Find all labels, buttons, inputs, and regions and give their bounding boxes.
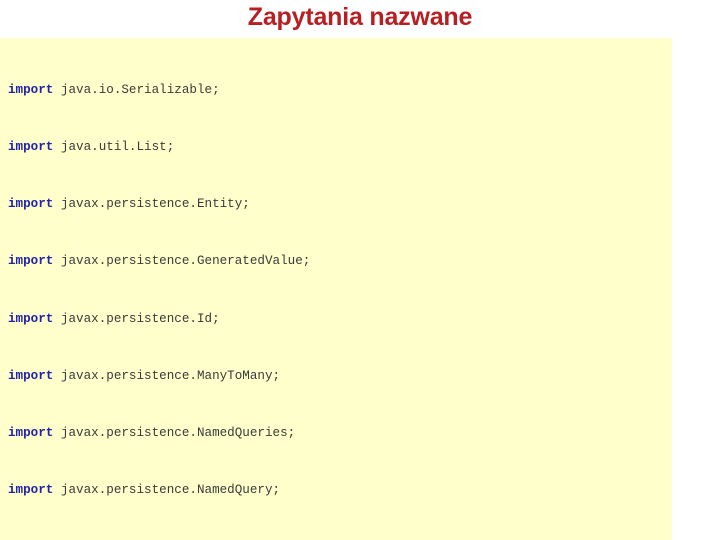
keyword-import: import xyxy=(8,368,54,383)
code-line: import javax.persistence.NamedQueries; xyxy=(8,426,296,441)
keyword-import: import xyxy=(8,311,54,326)
code-line: import javax.persistence.Entity; xyxy=(8,197,250,212)
keyword-import: import xyxy=(8,426,54,441)
code-line: import javax.persistence.ManyToMany; xyxy=(8,368,281,383)
keyword-import: import xyxy=(8,140,54,155)
code-listing: import java.io.Serializable; import java… xyxy=(8,40,672,540)
code-line: import java.util.List; xyxy=(8,140,175,155)
code-line: import javax.persistence.GeneratedValue; xyxy=(8,254,311,269)
keyword-import: import xyxy=(8,483,54,498)
code-panel: import java.io.Serializable; import java… xyxy=(0,38,672,540)
keyword-import: import xyxy=(8,197,54,212)
page-title: Zapytania nazwane xyxy=(247,3,473,31)
slide: Zapytania nazwane import java.io.Seriali… xyxy=(0,0,720,540)
keyword-import: import xyxy=(8,254,54,269)
code-line: import java.io.Serializable; xyxy=(8,82,220,97)
keyword-import: import xyxy=(8,82,54,97)
code-line: import javax.persistence.NamedQuery; xyxy=(8,483,281,498)
code-line: import javax.persistence.Id; xyxy=(8,311,220,326)
